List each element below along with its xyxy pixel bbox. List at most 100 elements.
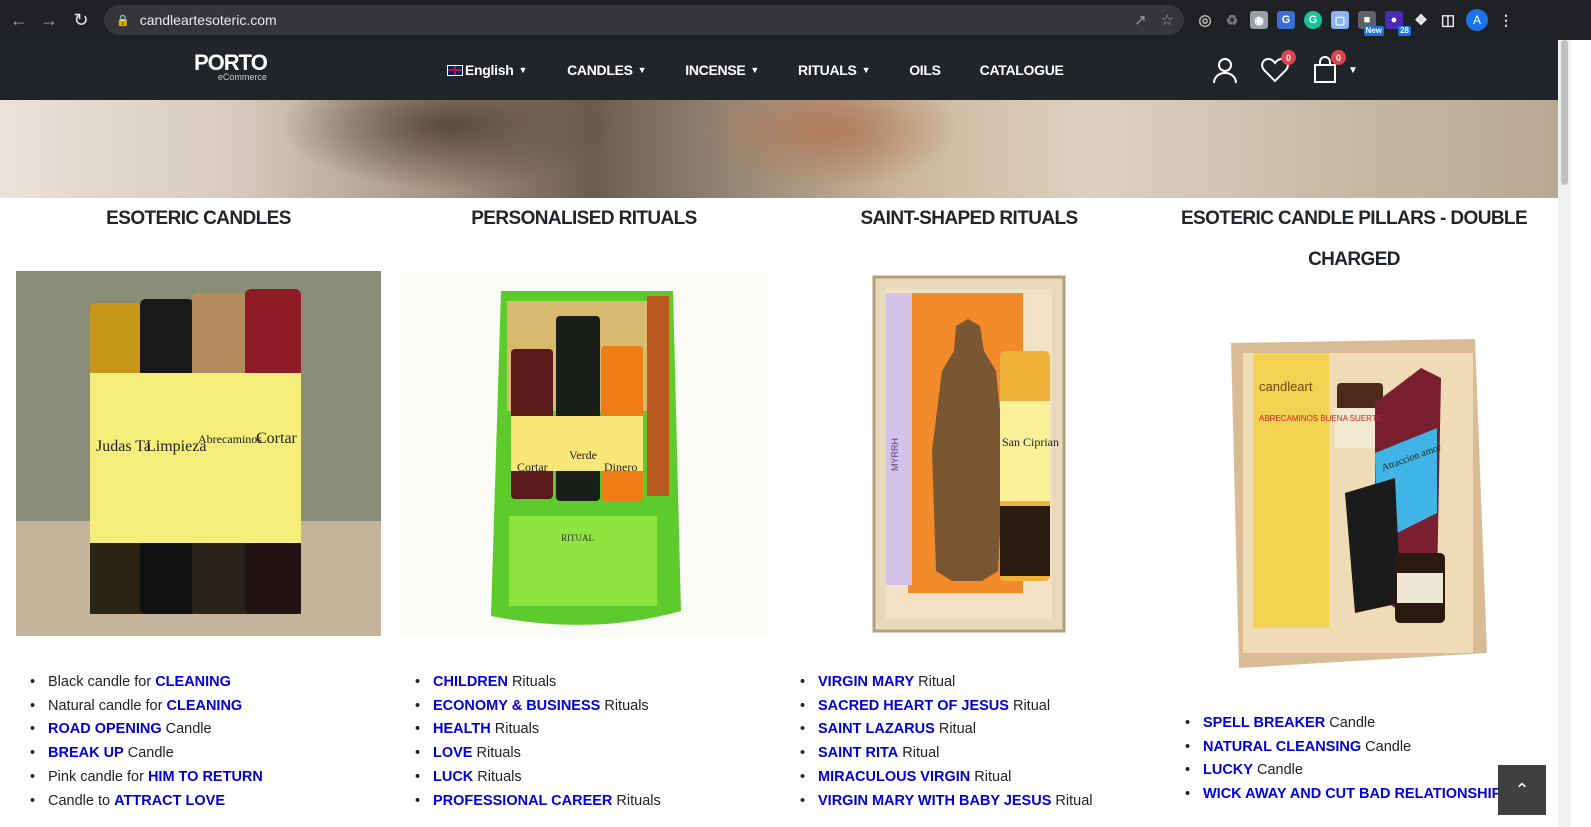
svg-text:Cortar: Cortar xyxy=(517,460,548,474)
product-link[interactable]: SAINT LAZARUS xyxy=(818,721,935,737)
side-panel-icon[interactable]: ◫ xyxy=(1439,11,1457,29)
nav-rituals[interactable]: RITUALS ▼ xyxy=(798,62,870,78)
product-link[interactable]: CLEANING xyxy=(155,674,231,690)
product-link[interactable]: CHILDREN xyxy=(433,674,508,690)
product-link[interactable]: SACRED HEART OF JESUS xyxy=(818,698,1009,714)
product-link[interactable]: LOVE xyxy=(433,745,472,761)
product-link[interactable]: SPELL BREAKER xyxy=(1203,715,1325,731)
list-item: SAINT RITA Ritual xyxy=(786,742,1092,766)
saint-ritual-image[interactable]: San Ciprian MYRRH xyxy=(786,271,1152,637)
candle-pillars-list: SPELL BREAKER CandleNATURAL CLEANSING Ca… xyxy=(1171,712,1511,807)
product-link[interactable]: CLEANING xyxy=(166,698,242,714)
item-suffix-text: Rituals xyxy=(473,768,522,785)
grammarly-icon[interactable]: G xyxy=(1304,11,1322,29)
site-header: PORTO eCommerce English ▼ CANDLES ▼ INCENS… xyxy=(0,40,1558,100)
esoteric-candles-list: Black candle for CLEANINGNatural candle … xyxy=(16,671,263,813)
chevron-up-icon: ⌃ xyxy=(1514,779,1530,800)
nav-oils[interactable]: OILS xyxy=(909,62,941,78)
translate-icon[interactable]: G xyxy=(1277,11,1295,29)
menu-icon[interactable]: ⋮ xyxy=(1497,11,1515,29)
item-suffix-text: Ritual xyxy=(1008,697,1051,714)
list-item: PROFESSIONAL CAREER Rituals xyxy=(401,790,661,814)
product-link[interactable]: HIM TO RETURN xyxy=(148,769,263,785)
share-icon[interactable]: ↗ xyxy=(1134,11,1147,29)
category-esoteric-candles: ESOTERIC CANDLES xyxy=(16,198,381,239)
list-item: Black candle for CLEANING xyxy=(16,671,263,695)
product-link[interactable]: VIRGIN MARY xyxy=(818,674,914,690)
item-suffix-text: Rituals xyxy=(507,674,557,690)
back-to-top-button[interactable]: ⌃ xyxy=(1498,765,1546,815)
page-scrollbar[interactable] xyxy=(1558,40,1571,827)
svg-text:Abrecaminos: Abrecaminos xyxy=(198,432,262,446)
url-text: candleartesoteric.com xyxy=(139,12,277,28)
product-link[interactable]: ECONOMY & BUSINESS xyxy=(433,698,600,714)
nav-incense[interactable]: INCENSE ▼ xyxy=(685,62,759,78)
personalised-ritual-image[interactable]: Cortar Verde Dinero RITUAL xyxy=(401,271,767,637)
address-bar[interactable]: 🔒 candleartesoteric.com ↗ ☆ xyxy=(104,5,1184,35)
item-suffix-text: Ritual xyxy=(934,721,976,738)
scrollbar-thumb[interactable] xyxy=(1561,40,1568,185)
puzzle-icon[interactable]: ❖ xyxy=(1412,11,1430,29)
user-account-icon[interactable] xyxy=(1210,55,1240,85)
new-extension-icon[interactable]: ■ New xyxy=(1358,11,1384,36)
personalised-rituals-list: CHILDREN Rituals ECONOMY & BUSINESS Ritua… xyxy=(401,671,661,813)
bookmark-star-icon[interactable]: ☆ xyxy=(1161,11,1174,29)
camera-icon[interactable]: ◉ xyxy=(1250,11,1268,29)
list-item: CHILDREN Rituals xyxy=(401,671,661,695)
item-suffix-text: Rituals xyxy=(612,792,661,809)
list-item: BREAK UP Candle xyxy=(16,742,263,766)
profile-avatar[interactable]: A xyxy=(1466,9,1488,31)
chevron-down-icon[interactable]: ▼ xyxy=(1348,65,1358,76)
reload-icon[interactable]: ↻ xyxy=(66,5,96,35)
product-link[interactable]: PROFESSIONAL CAREER xyxy=(433,793,612,809)
category-saint-shaped-rituals: SAINT-SHAPED RITUALS xyxy=(786,198,1152,239)
site-logo[interactable]: PORTO eCommerce xyxy=(194,52,268,83)
product-link[interactable]: LUCK xyxy=(433,769,473,785)
product-link[interactable]: HEALTH xyxy=(433,721,491,737)
nav-catalogue[interactable]: CATALOGUE xyxy=(980,62,1064,78)
product-link[interactable]: MIRACULOUS VIRGIN xyxy=(818,769,970,785)
list-item: Natural candle for CLEANING xyxy=(16,695,263,719)
item-suffix-text: Candle xyxy=(1252,762,1303,779)
product-link[interactable]: LUCKY xyxy=(1203,762,1253,778)
hero-banner-image xyxy=(0,100,1558,198)
product-link[interactable]: NATURAL CLEANSING xyxy=(1203,739,1361,755)
list-item: LOVE Rituals xyxy=(401,742,661,766)
list-item: Candle to ATTRACT LOVE xyxy=(16,790,263,814)
globe-icon[interactable]: ◎ xyxy=(1196,11,1214,29)
product-link[interactable]: BREAK UP xyxy=(48,745,124,761)
svg-text:Judas Ta: Judas Ta xyxy=(96,438,151,455)
nav-language[interactable]: English ▼ xyxy=(447,62,527,78)
chevron-down-icon: ▼ xyxy=(750,65,760,75)
recycle-icon[interactable]: ♻ xyxy=(1223,11,1241,29)
lock-icon: 🔒 xyxy=(116,14,130,27)
list-item: LUCK Rituals xyxy=(401,766,661,790)
extensions-bar: ◎ ♻ ◉ G G ▢ ■ New ● 28 ❖ ◫ A ⋮ xyxy=(1196,5,1515,36)
esoteric-candles-image[interactable]: Judas Ta Limpieza Abrecaminos Cortar xyxy=(16,271,381,636)
product-link[interactable]: VIRGIN MARY WITH BABY JESUS xyxy=(818,793,1051,809)
forward-arrow-icon[interactable]: → xyxy=(34,5,64,35)
back-arrow-icon[interactable]: ← xyxy=(4,5,34,35)
category-title[interactable]: ESOTERIC CANDLES xyxy=(16,198,381,239)
list-item: ROAD OPENING Candle xyxy=(16,718,263,742)
wishlist-heart-icon[interactable]: 0 xyxy=(1260,50,1296,85)
nav-candles[interactable]: CANDLES ▼ xyxy=(567,62,646,78)
svg-text:candleart: candleart xyxy=(1259,379,1313,394)
product-link[interactable]: WICK AWAY AND CUT BAD RELATIONSHIPS xyxy=(1203,786,1511,802)
product-link[interactable]: ROAD OPENING xyxy=(48,721,162,737)
category-personalised-rituals: PERSONALISED RITUALS xyxy=(401,198,767,239)
list-item: Pink candle for HIM TO RETURN xyxy=(16,766,263,790)
header-actions: 0 0 ▼ xyxy=(1210,40,1358,100)
item-suffix-text: Candle xyxy=(1361,738,1412,755)
shopping-cart-icon[interactable]: 0 xyxy=(1310,50,1346,85)
list-item: SPELL BREAKER Candle xyxy=(1171,712,1511,736)
counter-extension-icon[interactable]: ● 28 xyxy=(1385,11,1411,36)
category-title[interactable]: ESOTERIC CANDLE PILLARS - DOUBLE CHARGED xyxy=(1171,198,1537,280)
candle-pillar-image[interactable]: candleart ABRECAMINOS BUENA SUERTE Atrac… xyxy=(1215,313,1493,679)
product-link[interactable]: ATTRACT LOVE xyxy=(114,793,225,809)
category-title[interactable]: PERSONALISED RITUALS xyxy=(401,198,767,239)
product-link[interactable]: SAINT RITA xyxy=(818,745,898,761)
category-title[interactable]: SAINT-SHAPED RITUALS xyxy=(786,198,1152,239)
docs-icon[interactable]: ▢ xyxy=(1331,11,1349,29)
list-item: SAINT LAZARUS Ritual xyxy=(786,718,1092,742)
